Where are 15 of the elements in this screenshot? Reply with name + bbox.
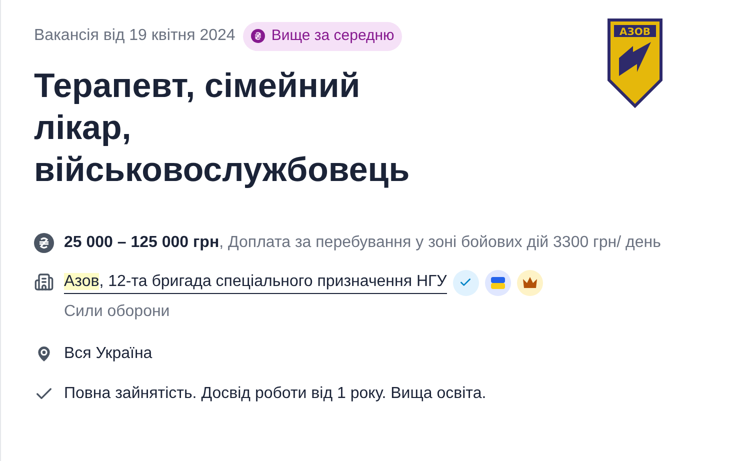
posted-date: Вакансія від 19 квітня 2024 [34, 26, 236, 46]
salary-level-badge: Вище за середню [243, 22, 402, 50]
check-icon [459, 276, 472, 289]
company-link[interactable]: Азов, 12-та бригада спеціального призначення НГУ [64, 271, 447, 294]
location-text: Вся Україна [64, 344, 152, 364]
hryvnia-icon [251, 29, 266, 44]
salary-text: 25 000 – 125 000 грн, Доплата за перебування у зоні бойових дій 3300 грн/ день [64, 232, 662, 252]
hryvnia-icon [34, 232, 54, 252]
job-details: Повна зайнятість. Досвід роботи від 1 року. Вища освіта. [64, 384, 486, 404]
company-logo: АЗОВ [607, 18, 663, 108]
building-icon [34, 272, 54, 292]
job-title: Терапевт, сімейний лікар, військовослужбовець [34, 66, 411, 190]
company-category: Сили оборони [64, 302, 171, 322]
flag-icon [490, 276, 505, 288]
crown-icon [522, 277, 537, 288]
